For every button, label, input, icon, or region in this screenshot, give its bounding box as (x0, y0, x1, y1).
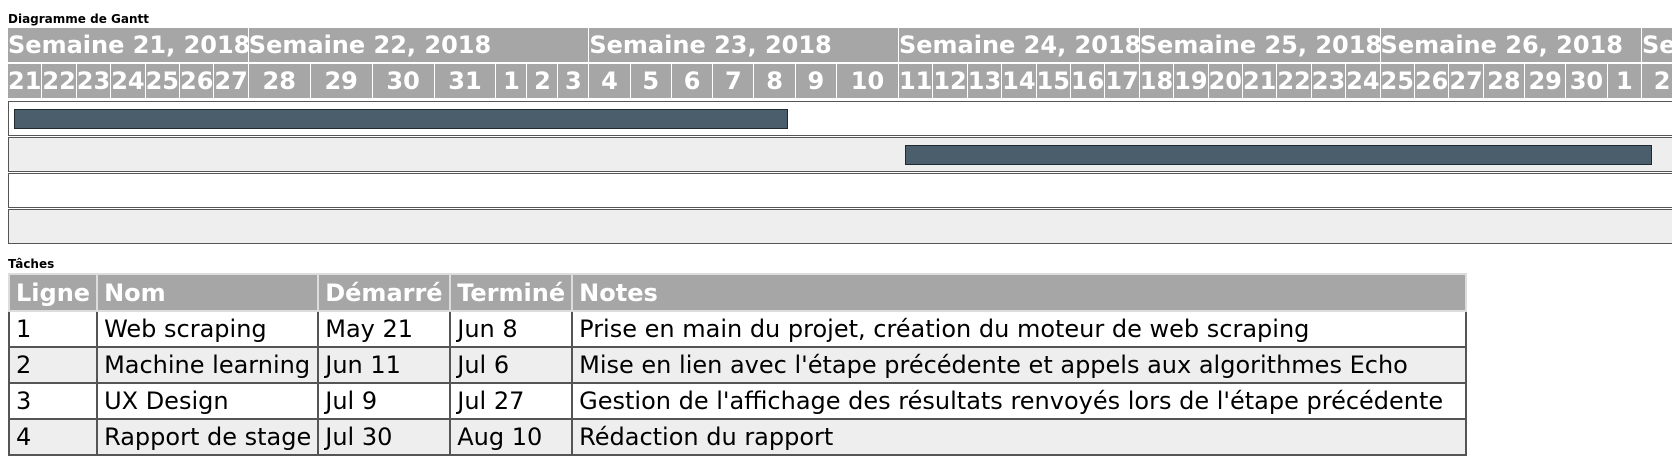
day-header-cell: 23 (1311, 64, 1347, 98)
day-header-cell: 15 (1036, 64, 1071, 98)
col-header-demarre: Démarré (317, 273, 452, 312)
tasks-header-row: Ligne Nom Démarré Terminé Notes (7, 273, 1468, 312)
day-header-cell: 25 (145, 64, 180, 98)
cell-demarre: Jul 30 (317, 418, 452, 456)
day-header-cell: 10 (837, 64, 899, 98)
cell-demarre: Jul 9 (317, 382, 452, 420)
day-header-cell: 6 (671, 64, 714, 98)
day-header-cell: 23 (76, 64, 112, 98)
day-header-cell: 1 (496, 64, 528, 98)
day-header-cell: 24 (111, 64, 146, 98)
table-row: 3 UX Design Jul 9 Jul 27 Gestion de l'af… (7, 382, 1468, 420)
day-header-cell: 24 (1346, 64, 1381, 98)
col-header-nom: Nom (96, 273, 320, 312)
cell-nom: UX Design (96, 382, 320, 420)
gantt-chart: Semaine 21, 2018 Semaine 22, 2018 Semaine … (8, 28, 1672, 248)
cell-termine: Jun 8 (449, 310, 574, 348)
tasks-table: Ligne Nom Démarré Terminé Notes 1 Web sc… (7, 273, 1468, 456)
day-header-cell: 9 (795, 64, 838, 98)
cell-nom: Machine learning (96, 346, 320, 384)
day-header-cell: 8 (754, 64, 796, 98)
day-header-cell: 20 (1208, 64, 1243, 98)
day-header-cell: 13 (967, 64, 1003, 98)
week-header-cell: Semaine 23, 2018 (589, 28, 899, 62)
cell-notes: Mise en lien avec l'étape précédente et … (571, 346, 1468, 384)
cell-termine: Jul 27 (449, 382, 574, 420)
gantt-bar (904, 145, 1652, 165)
week-header-cell: Semaine 21, 2018 (8, 28, 249, 62)
day-header-cell: 28 (1483, 64, 1526, 98)
day-header-cell: 12 (933, 64, 968, 98)
gantt-row (8, 173, 1672, 208)
cell-notes: Prise en main du projet, création du mot… (571, 310, 1468, 348)
week-header-cell: Semaine 27, 2018 (1642, 28, 1672, 62)
day-header-cell: 17 (1105, 64, 1140, 98)
day-header-cell: 21 (1242, 64, 1278, 98)
day-header-cell: 1 (1607, 64, 1642, 98)
gantt-row (8, 209, 1672, 244)
day-header-cell: 3 (558, 64, 590, 98)
cell-ligne: 4 (7, 418, 99, 456)
day-header-cell: 14 (1002, 64, 1037, 98)
week-header-cell: Semaine 22, 2018 (248, 28, 590, 62)
day-header-cell: 16 (1070, 64, 1106, 98)
week-header-cell: Semaine 24, 2018 (898, 28, 1140, 62)
day-header-cell: 7 (713, 64, 755, 98)
day-header-cell: 26 (180, 64, 215, 98)
cell-notes: Gestion de l'affichage des résultats ren… (571, 382, 1468, 420)
cell-nom: Rapport de stage (96, 418, 320, 456)
col-header-termine: Terminé (449, 273, 574, 312)
day-header-cell: 29 (1525, 64, 1567, 98)
table-row: 4 Rapport de stage Jul 30 Aug 10 Rédacti… (7, 418, 1468, 456)
cell-notes: Rédaction du rapport (571, 418, 1468, 456)
day-header-cell: 28 (248, 64, 311, 98)
day-header-cell: 2 (1642, 64, 1672, 98)
day-header-cell: 11 (898, 64, 934, 98)
cell-ligne: 1 (7, 310, 99, 348)
cell-demarre: May 21 (317, 310, 452, 348)
day-header-cell: 4 (589, 64, 631, 98)
gantt-title: Diagramme de Gantt (8, 12, 149, 26)
tasks-title: Tâches (8, 257, 55, 271)
day-header-cell: 25 (1380, 64, 1415, 98)
day-header-cell: 22 (42, 64, 77, 98)
day-header-cell: 26 (1414, 64, 1450, 98)
week-header-cell: Semaine 25, 2018 (1139, 28, 1381, 62)
cell-ligne: 2 (7, 346, 99, 384)
cell-termine: Jul 6 (449, 346, 574, 384)
table-row: 1 Web scraping May 21 Jun 8 Prise en mai… (7, 310, 1468, 348)
day-header-cell: 2 (527, 64, 559, 98)
table-row: 2 Machine learning Jun 11 Jul 6 Mise en … (7, 346, 1468, 384)
cell-termine: Aug 10 (449, 418, 574, 456)
day-header-cell: 5 (630, 64, 672, 98)
day-header-cell: 19 (1174, 64, 1209, 98)
col-header-ligne: Ligne (7, 273, 99, 312)
day-header-cell: 18 (1139, 64, 1175, 98)
day-header-cell: 27 (214, 64, 249, 98)
day-header-cell: 27 (1449, 64, 1484, 98)
day-header-cell: 29 (310, 64, 373, 98)
day-header-cell: 31 (434, 64, 497, 98)
cell-demarre: Jun 11 (317, 346, 452, 384)
cell-nom: Web scraping (96, 310, 320, 348)
col-header-notes: Notes (571, 273, 1468, 312)
gantt-bar (14, 109, 788, 129)
day-header-cell: 30 (1566, 64, 1608, 98)
week-header-cell: Semaine 26, 2018 (1380, 28, 1642, 62)
cell-ligne: 3 (7, 382, 99, 420)
day-header-cell: 30 (372, 64, 435, 98)
day-header-cell: 21 (8, 64, 43, 98)
day-header-cell: 22 (1277, 64, 1312, 98)
